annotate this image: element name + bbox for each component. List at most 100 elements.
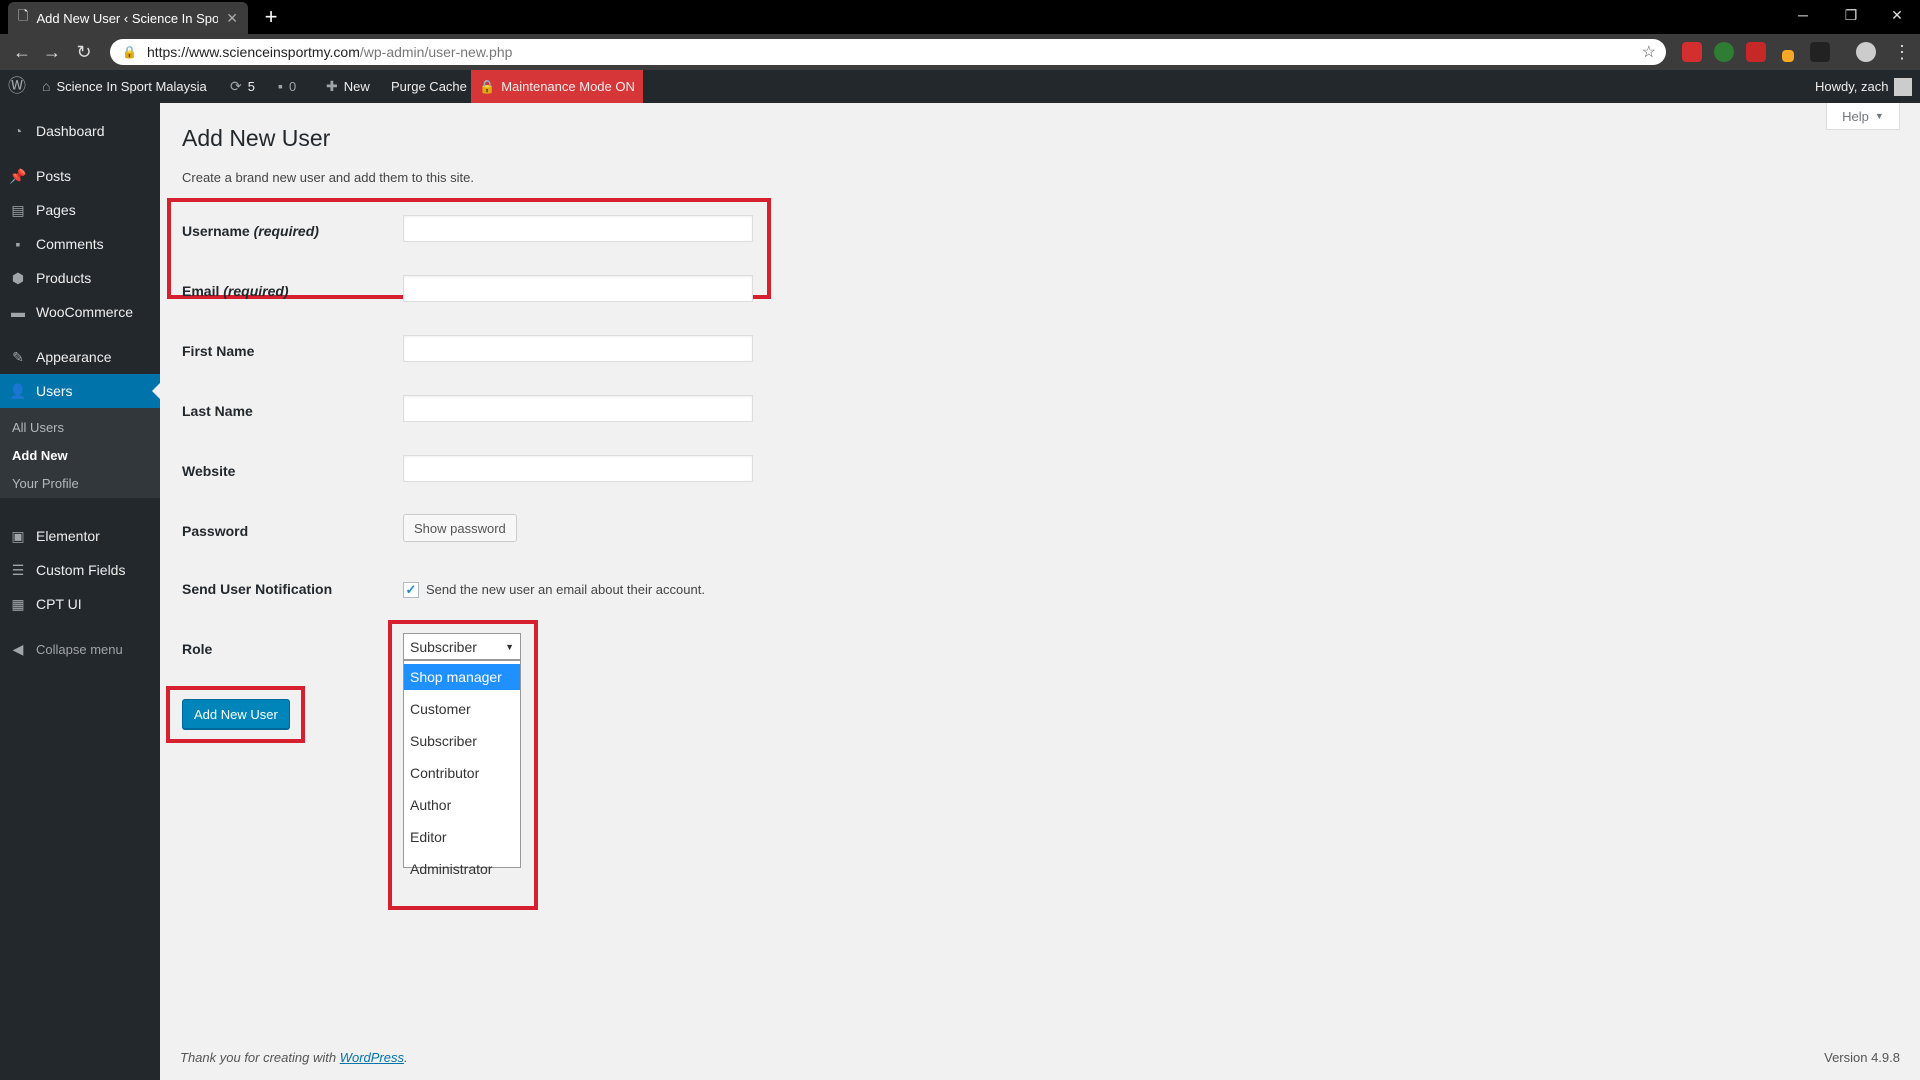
products-icon: ⬢ [11, 269, 25, 286]
role-option[interactable]: Contributor [404, 760, 520, 786]
help-tab-button[interactable]: Help ▼ [1826, 103, 1900, 130]
menu-icon[interactable]: ⋮ [1890, 40, 1914, 64]
close-window-icon[interactable]: ✕ [1874, 0, 1920, 30]
role-option[interactable]: Subscriber [404, 728, 520, 754]
role-selected-value: Subscriber [410, 638, 477, 655]
url-path: /wp-admin/user-new.php [359, 44, 513, 60]
notification-label: Send User Notification [182, 581, 333, 597]
home-icon: ⌂ [42, 78, 51, 94]
page-description: Create a brand new user and add them to … [182, 170, 474, 185]
website-field[interactable] [403, 455, 753, 482]
account-menu[interactable]: Howdy, zach [1815, 70, 1913, 103]
forward-icon[interactable]: → [40, 40, 64, 64]
notification-checkbox[interactable]: ✓ [403, 582, 419, 598]
wordpress-logo-icon[interactable]: Ⓦ [8, 70, 26, 103]
page-icon: 🗋 [18, 8, 29, 23]
collapse-label: Collapse menu [36, 641, 123, 657]
collapse-icon: ◀ [12, 640, 24, 657]
username-label: Username (required) [182, 223, 319, 239]
profile-icon[interactable] [1856, 42, 1876, 62]
new-tab-button[interactable]: + [258, 4, 284, 30]
back-icon[interactable]: ← [10, 40, 34, 64]
collapse-menu-button[interactable]: ◀ Collapse menu [0, 632, 160, 666]
pin-icon: 📌 [9, 167, 27, 184]
avatar [1894, 77, 1913, 96]
sidebar-item-users[interactable]: 👤 Users [0, 374, 160, 408]
extension-icon[interactable] [1746, 42, 1766, 62]
sidebar-item-label: Users [36, 383, 73, 399]
admin-sidebar: ◔ Dashboard 📌 Posts ▤ Pages ▪ Comments ⬢ Prod… [0, 103, 160, 1080]
sidebar-item-label: Products [36, 270, 92, 286]
notification-text: Send the new user an email about their a… [426, 582, 705, 597]
role-option[interactable]: Editor [404, 824, 520, 850]
role-option[interactable]: Administrator [404, 856, 520, 882]
role-option[interactable]: Author [404, 792, 520, 818]
address-bar[interactable]: 🔒 https://www.scienceinsportmy.com/wp-ad… [110, 39, 1666, 65]
maintenance-mode-link[interactable]: 🔒 Maintenance Mode ON [471, 70, 643, 103]
browser-tab[interactable]: 🗋 Add New User ‹ Science In Sport ✕ [8, 2, 248, 34]
comment-icon: ▪ [278, 78, 283, 94]
role-select[interactable]: Subscriber ▼ [403, 633, 521, 660]
extension-icon[interactable] [1810, 42, 1830, 62]
updates-link[interactable]: ⟳ 5 [230, 70, 255, 103]
last-name-label: Last Name [182, 403, 253, 419]
site-name-link[interactable]: ⌂ Science In Sport Malaysia [42, 70, 207, 103]
bookmark-star-icon[interactable]: ☆ [1642, 42, 1656, 62]
new-label: New [343, 79, 370, 94]
sidebar-item-products[interactable]: ⬢ Products [0, 261, 160, 295]
role-option[interactable]: Shop manager [404, 664, 520, 690]
reload-icon[interactable]: ↻ [72, 40, 96, 64]
sidebar-item-cpt-ui[interactable]: ▦ CPT UI [0, 587, 160, 621]
sidebar-item-label: Comments [36, 236, 104, 252]
comment-icon: ▪ [15, 236, 21, 252]
sidebar-item-pages[interactable]: ▤ Pages [0, 193, 160, 227]
main-content: Help ▼ Add New User Create a brand new us… [160, 103, 1920, 1080]
extension-icon[interactable] [1714, 42, 1734, 62]
footer-thanks: Thank you for creating with WordPress. [180, 1050, 408, 1065]
updates-count: 5 [247, 79, 255, 94]
sidebar-item-posts[interactable]: 📌 Posts [0, 159, 160, 193]
triangle-down-icon: ▼ [505, 641, 514, 652]
sidebar-item-label: Elementor [36, 528, 100, 544]
pages-icon: ▤ [11, 201, 25, 218]
last-name-field[interactable] [403, 395, 753, 422]
sidebar-item-dashboard[interactable]: ◔ Dashboard [0, 114, 160, 148]
extension-icon[interactable] [1682, 42, 1702, 62]
first-name-field[interactable] [403, 335, 753, 362]
show-password-button[interactable]: Show password [403, 514, 517, 542]
email-field[interactable] [403, 275, 753, 302]
submenu-all-users[interactable]: All Users [12, 420, 64, 435]
sidebar-item-woocommerce[interactable]: ▬ WooCommerce [0, 295, 160, 329]
sidebar-item-label: Appearance [36, 349, 112, 365]
extension-icon[interactable] [1782, 50, 1794, 62]
brush-icon: ✎ [12, 348, 24, 365]
purge-cache-link[interactable]: Purge Cache [391, 70, 467, 103]
sidebar-item-label: CPT UI [36, 596, 82, 612]
comments-link[interactable]: ▪ 0 [278, 70, 296, 103]
restore-icon[interactable]: ❐ [1828, 0, 1874, 30]
wordpress-link[interactable]: WordPress [340, 1050, 404, 1065]
submenu-add-new[interactable]: Add New [12, 448, 68, 463]
tab-title: Add New User ‹ Science In Sport [36, 10, 219, 26]
minimize-icon[interactable]: ─ [1780, 0, 1826, 30]
user-icon: 👤 [9, 382, 27, 399]
new-content-link[interactable]: ✚ New [326, 70, 370, 103]
role-option[interactable]: Customer [404, 696, 520, 722]
grid-icon: ▦ [11, 595, 25, 612]
plus-icon: ✚ [326, 78, 338, 94]
email-label: Email (required) [182, 283, 289, 299]
sidebar-item-comments[interactable]: ▪ Comments [0, 227, 160, 261]
maintenance-label: Maintenance Mode ON [501, 79, 635, 94]
comments-count: 0 [288, 79, 297, 94]
password-label: Password [182, 523, 249, 539]
sidebar-item-elementor[interactable]: ▣ Elementor [0, 519, 160, 553]
username-field[interactable] [403, 215, 753, 242]
dashboard-icon: ◔ [13, 123, 23, 139]
submenu-your-profile[interactable]: Your Profile [12, 476, 79, 491]
sidebar-item-appearance[interactable]: ✎ Appearance [0, 340, 160, 374]
website-label: Website [182, 463, 236, 479]
sidebar-item-label: Pages [36, 202, 76, 218]
add-new-user-button[interactable]: Add New User [182, 699, 290, 729]
close-tab-icon[interactable]: ✕ [226, 10, 238, 27]
sidebar-item-custom-fields[interactable]: ☰ Custom Fields [0, 553, 160, 587]
